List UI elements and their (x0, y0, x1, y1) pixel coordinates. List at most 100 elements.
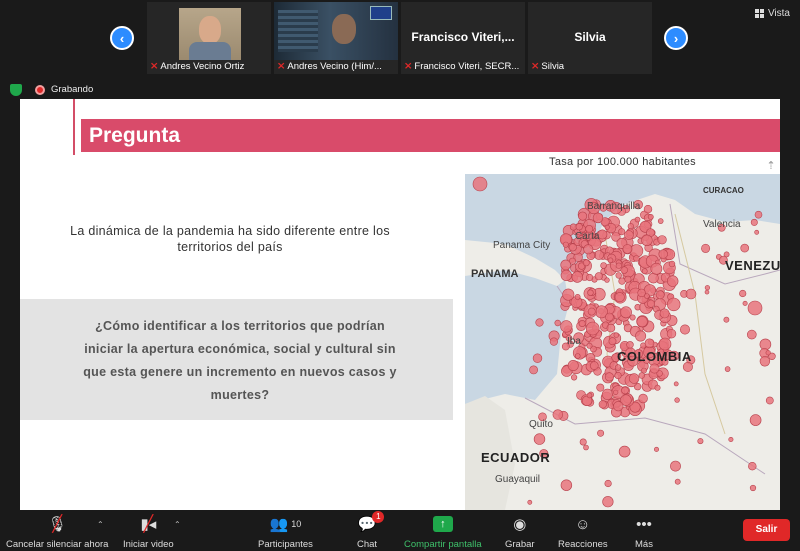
map-label-panama-city: Panama City (493, 240, 551, 251)
case-marker (562, 288, 575, 301)
case-marker (627, 223, 634, 230)
participants-button[interactable]: 👥 10 Participantes (258, 514, 313, 550)
reactions-label: Reacciones (558, 539, 608, 550)
case-marker (570, 374, 578, 381)
case-marker (596, 383, 605, 392)
case-marker (618, 277, 626, 285)
prev-page-button[interactable]: ‹ (110, 26, 134, 50)
case-marker (728, 436, 734, 442)
map-label-colombia: COLOMBIA (617, 349, 692, 364)
case-marker (667, 275, 679, 287)
case-marker (613, 332, 620, 338)
map-label-quito: Quito (529, 419, 553, 430)
view-button[interactable]: Vista (754, 8, 790, 19)
case-marker (647, 299, 656, 308)
reactions-button[interactable]: ☺ Reacciones (558, 514, 608, 551)
map-label-venezuela: VENEZU (725, 258, 780, 273)
participant-display-name: Francisco Viteri,... (411, 30, 515, 44)
participant-tile[interactable]: Silvia ⨯ Silvia (528, 2, 652, 74)
video-options-chevron-icon[interactable]: ⌃ (174, 520, 181, 529)
case-marker (560, 259, 571, 271)
case-marker (620, 266, 628, 274)
case-marker (605, 312, 614, 322)
record-button[interactable]: ◉ Grabar (505, 514, 535, 550)
participant-name: Francisco Viteri, SECR... (414, 61, 520, 72)
case-marker (704, 285, 710, 291)
chat-unread-badge: 1 (372, 511, 385, 523)
case-marker (604, 372, 614, 382)
case-marker (608, 337, 617, 346)
case-marker (636, 316, 648, 328)
case-marker (578, 211, 588, 221)
case-marker (723, 316, 730, 323)
recording-label[interactable]: Grabando (51, 84, 93, 95)
case-marker (644, 338, 655, 349)
next-page-button[interactable]: › (664, 26, 688, 50)
case-marker (574, 353, 581, 359)
participant-tile[interactable]: Francisco Viteri,... ⨯ Francisco Viteri, … (401, 2, 525, 74)
case-marker (620, 306, 632, 319)
case-marker (641, 268, 648, 275)
unmute-button[interactable]: 🎙 ╱ Cancelar silenciar ahora (6, 514, 108, 550)
case-marker (614, 364, 622, 371)
case-marker (607, 257, 614, 264)
participant-display-name: Silvia (574, 30, 606, 44)
case-marker (654, 384, 661, 391)
share-screen-button[interactable]: ↑ Compartir pantalla (404, 514, 482, 550)
case-marker (670, 460, 681, 472)
case-marker (635, 330, 647, 342)
chat-button[interactable]: 💬 1 Chat (357, 511, 385, 550)
case-marker (765, 396, 774, 405)
case-marker (624, 275, 632, 283)
case-marker (614, 371, 622, 380)
start-video-button[interactable]: ▮◂ ╱ Iniciar video (123, 514, 174, 550)
leave-button[interactable]: Salir (743, 519, 790, 541)
case-marker (658, 249, 668, 259)
view-label: Vista (767, 8, 790, 19)
case-marker (606, 323, 616, 333)
case-marker (604, 224, 610, 230)
case-marker (621, 386, 629, 395)
map: CURACAO Barranquilla Carta Valencia Pana… (465, 174, 780, 510)
meeting-toolbar: 🎙 ╱ Cancelar silenciar ahora ⌃ ▮◂ ╱ Inicia… (0, 510, 800, 551)
case-marker (626, 341, 634, 349)
start-video-label: Iniciar video (123, 539, 174, 550)
recording-icon (35, 85, 45, 95)
recording-bar: Grabando (0, 81, 800, 99)
map-title: Tasa por 100.000 habitantes (549, 156, 696, 168)
case-marker (597, 429, 605, 437)
case-marker (592, 212, 604, 224)
case-marker (552, 409, 564, 420)
case-marker (724, 366, 731, 372)
audio-options-chevron-icon[interactable]: ⌃ (97, 520, 104, 529)
participants-label: Participantes (258, 539, 313, 550)
case-marker (667, 297, 681, 312)
slide-title: Pregunta (89, 123, 181, 147)
participant-tile[interactable]: ⨯ Andres Vecino (Him/... (274, 2, 398, 74)
case-marker (600, 262, 607, 269)
case-marker (701, 243, 711, 253)
case-marker (560, 269, 572, 281)
case-marker (549, 337, 558, 346)
case-marker (582, 259, 590, 267)
case-marker (613, 389, 619, 395)
chevron-right-icon: › (673, 30, 679, 46)
participant-video (274, 2, 398, 60)
participant-tile[interactable]: ⨯ Andres Vecino Ortiz (147, 2, 271, 74)
case-marker (643, 205, 653, 214)
mic-off-icon: ⨯ (404, 61, 413, 72)
case-marker (748, 462, 757, 471)
record-label: Grabar (505, 539, 535, 550)
slide-intro-text: La dinámica de la pandemia ha sido difer… (70, 224, 390, 254)
more-button[interactable]: ••• Más (635, 514, 653, 551)
case-marker (585, 273, 594, 282)
security-shield-icon[interactable] (10, 84, 22, 96)
case-marker (583, 444, 589, 451)
case-marker (574, 294, 581, 300)
case-marker (657, 218, 664, 224)
case-marker (657, 235, 667, 245)
map-label-panama: PANAMA (471, 268, 519, 280)
case-marker (562, 241, 569, 248)
case-marker (533, 433, 546, 445)
grid-icon (754, 9, 764, 18)
